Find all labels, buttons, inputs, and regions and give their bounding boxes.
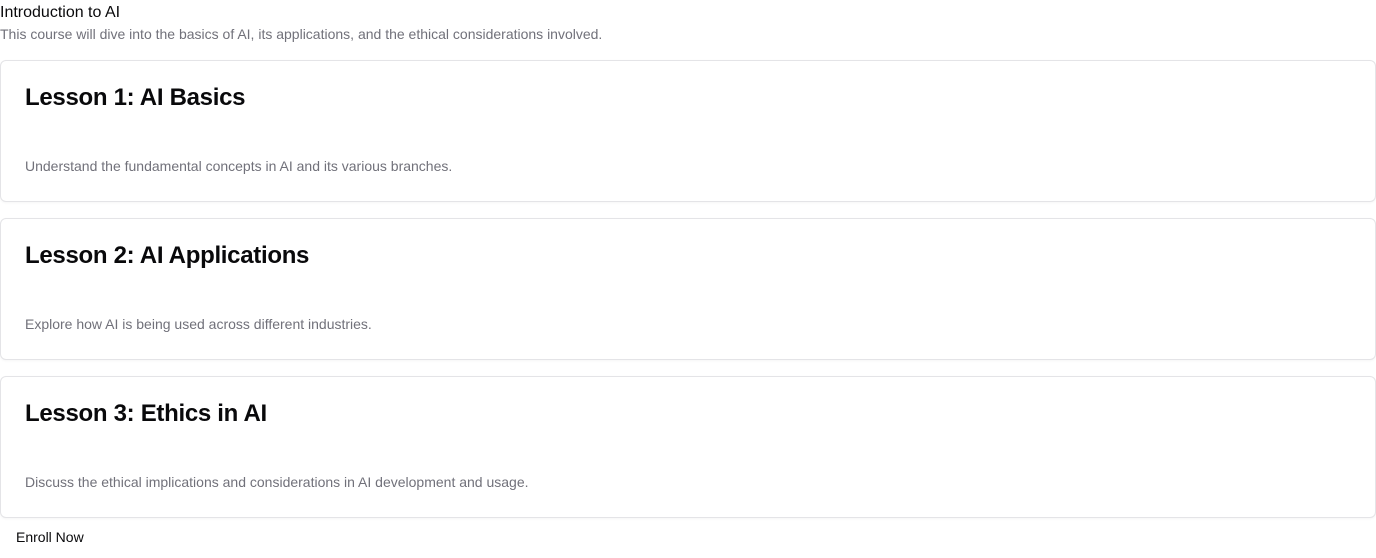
lesson-title: Lesson 3: Ethics in AI [25, 400, 267, 427]
lesson-description: Explore how AI is being used across diff… [25, 316, 372, 332]
lesson-card-2: Lesson 2: AI Applications Explore how AI… [0, 218, 1376, 360]
lesson-description: Understand the fundamental concepts in A… [25, 158, 453, 174]
lesson-title: Lesson 2: AI Applications [25, 242, 310, 269]
course-title: Introduction to AI [0, 4, 121, 21]
lesson-list: Lesson 1: AI Basics Understand the funda… [0, 60, 1376, 534]
lesson-description: Discuss the ethical implications and con… [25, 474, 529, 490]
lesson-card-1: Lesson 1: AI Basics Understand the funda… [0, 60, 1376, 202]
course-description: This course will dive into the basics of… [0, 26, 603, 42]
enroll-now-button[interactable]: Enroll Now [16, 528, 84, 546]
lesson-card-3: Lesson 3: Ethics in AI Discuss the ethic… [0, 376, 1376, 518]
course-page: Introduction to AI This course will dive… [0, 0, 1376, 558]
lesson-title: Lesson 1: AI Basics [25, 84, 246, 111]
